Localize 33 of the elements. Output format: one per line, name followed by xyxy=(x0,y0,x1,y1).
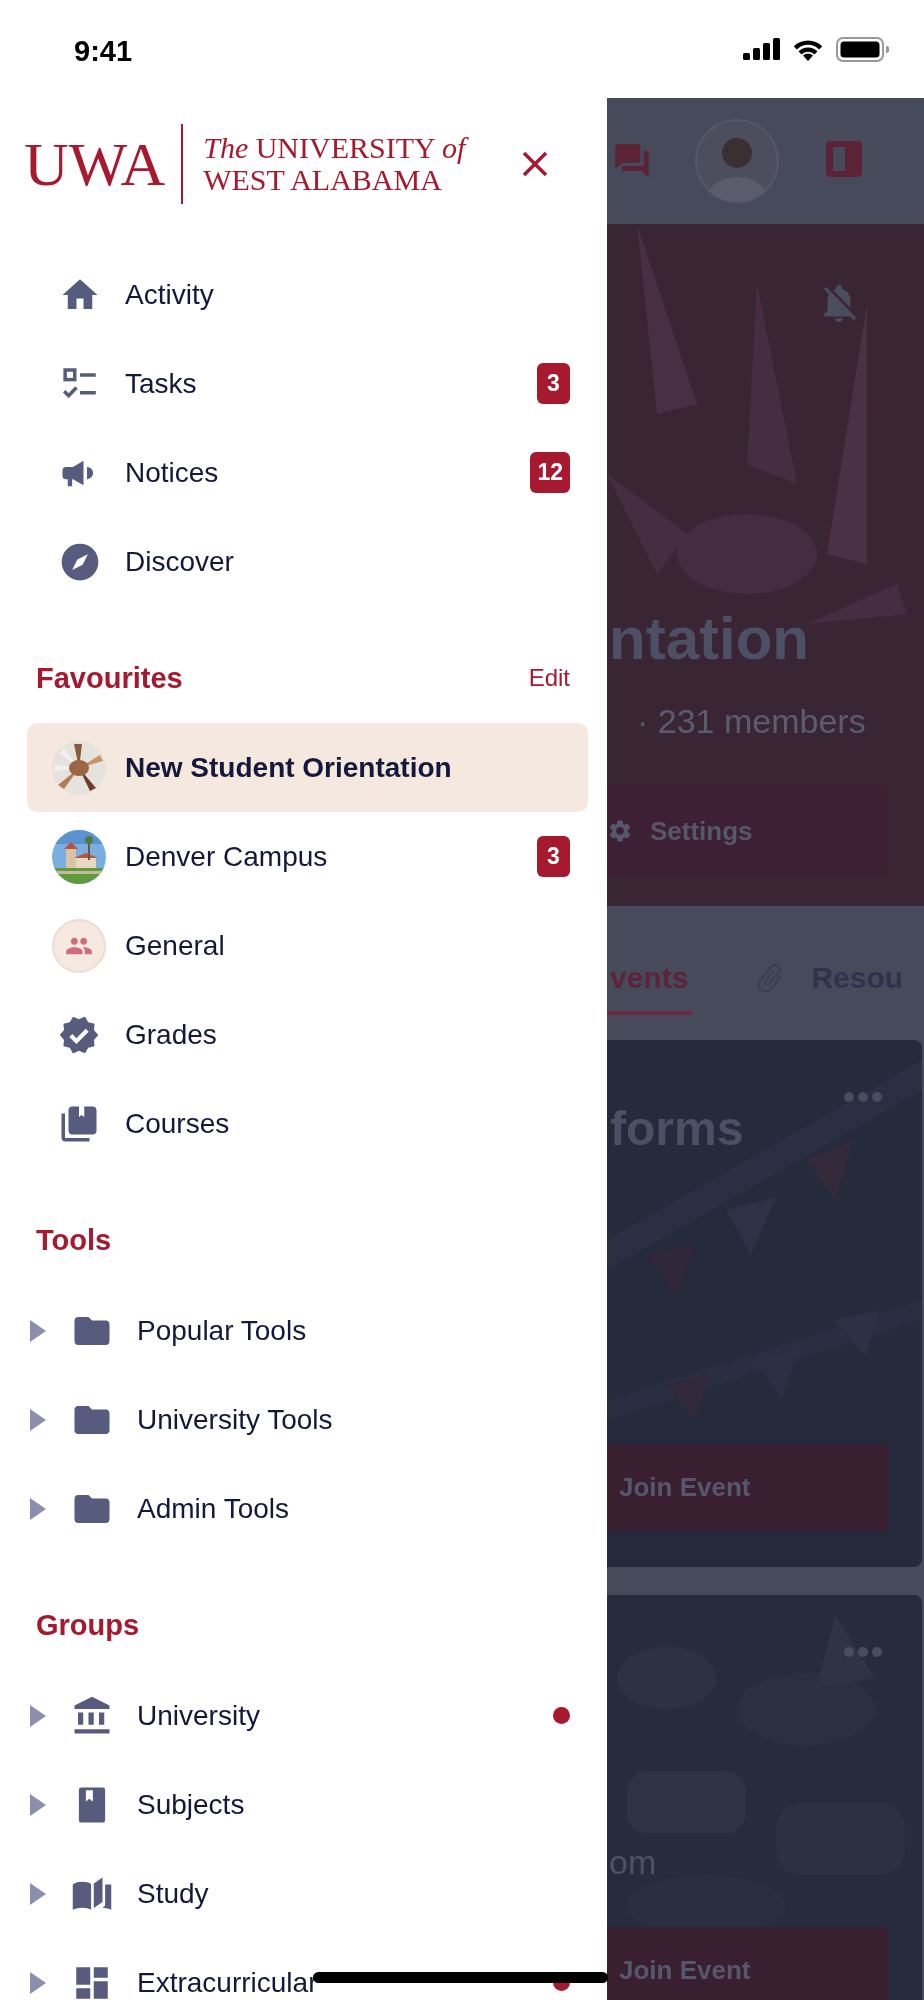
clock: 9:41 xyxy=(74,34,133,68)
favourite-item[interactable]: General xyxy=(27,901,588,990)
logo-mark: UWA xyxy=(24,129,167,200)
section-title: Tools xyxy=(36,1223,112,1257)
favourite-item[interactable]: Denver Campus 3 xyxy=(27,812,588,901)
tree-item[interactable]: University Tools xyxy=(0,1375,607,1464)
more-icon xyxy=(844,1647,882,1657)
side-panel-icon xyxy=(824,139,864,179)
nav-item[interactable]: Tasks 3 xyxy=(0,339,607,428)
close-icon xyxy=(521,150,549,178)
signal-icon xyxy=(743,38,780,60)
nav-item[interactable]: Notices 12 xyxy=(0,428,607,517)
tree-item[interactable]: Subjects xyxy=(0,1760,607,1849)
section-title: Favourites xyxy=(36,661,183,695)
logo-text: WEST ALABAMA xyxy=(203,164,443,196)
tree-item[interactable]: Study xyxy=(0,1849,607,1938)
member-count: · 231 members xyxy=(636,701,867,741)
more-icon xyxy=(844,1092,882,1102)
count-badge: 3 xyxy=(537,363,570,404)
favourite-item[interactable]: Grades xyxy=(27,990,588,1079)
section-title: Groups xyxy=(36,1608,140,1642)
nav-item[interactable]: Discover xyxy=(0,517,607,606)
tree-item[interactable]: University xyxy=(0,1671,607,1760)
settings-icon xyxy=(607,818,633,844)
edit-link[interactable]: Edit xyxy=(528,664,570,692)
count-badge: 3 xyxy=(537,836,570,877)
tree-item[interactable]: Popular Tools xyxy=(0,1286,607,1375)
favourite-item[interactable]: New Student Orientation xyxy=(27,723,588,812)
nav-item[interactable]: Activity xyxy=(0,250,607,339)
favourite-item[interactable]: Courses xyxy=(27,1079,588,1168)
tree-item[interactable]: Admin Tools xyxy=(0,1464,607,1553)
battery-icon xyxy=(836,36,889,62)
count-badge: 12 xyxy=(530,452,570,493)
